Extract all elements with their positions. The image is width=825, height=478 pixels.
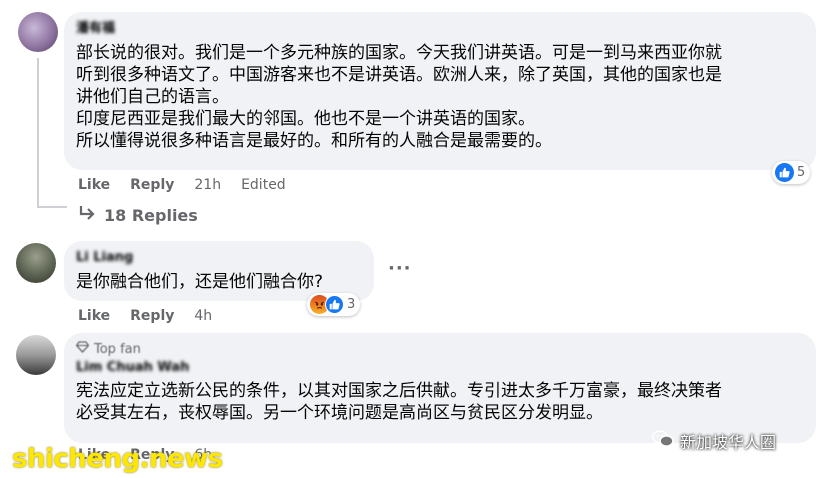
comment-line: 部长说的很对。我们是一个多元种族的国家。今天我们讲英语。可是一到马来西亚你就 [76, 43, 722, 63]
like-button[interactable]: Like [78, 308, 110, 324]
comment-line: 必受其左右，丧权辱国。另一个环境问题是高尚区与贫民区分发明显。 [76, 403, 603, 423]
view-replies-button[interactable]: 18 Replies [78, 205, 198, 225]
reply-button[interactable]: Reply [130, 308, 174, 324]
top-fan-badge[interactable]: Top fan [75, 341, 804, 357]
comment-bubble: 潘有福 部长说的很对。我们是一个多元种族的国家。今天我们讲英语。可是一到马来西亚… [64, 12, 816, 170]
avatar[interactable] [16, 243, 56, 283]
reaction-count: 5 [797, 165, 806, 180]
comment-actions: Like Reply 21h Edited [78, 177, 286, 193]
reaction-summary[interactable]: 3 [307, 293, 361, 316]
like-button[interactable]: Like [78, 177, 110, 193]
diamond-icon [75, 341, 90, 357]
reaction-count: 3 [347, 297, 356, 312]
watermark-label: 新加坡华人圈 [680, 433, 777, 452]
comment-line: 讲他们自己的语言。 [76, 87, 229, 107]
reply-button[interactable]: Reply [130, 177, 174, 193]
like-reaction-icon [325, 295, 344, 314]
avatar[interactable] [16, 335, 56, 375]
comment-line: 宪法应定立选新公民的条件，以其对国家之后供献。专引进太多千万富豪，最终决策者 [76, 381, 722, 401]
more-options-icon[interactable]: ··· [388, 258, 412, 279]
top-fan-label: Top fan [94, 341, 141, 357]
reply-arrow-icon [78, 205, 96, 225]
comment-text: 是你融合他们，还是他们融合你? [76, 272, 324, 292]
comment-line: 听到很多种语文了。中国游客来也不是讲英语。欧洲人来，除了英国，其他的国家也是 [76, 65, 722, 85]
edited-label[interactable]: Edited [241, 177, 286, 193]
comment-timestamp[interactable]: 4h [194, 308, 212, 324]
thread-branch [37, 206, 67, 208]
comment-bubble: Li Liang 是你融合他们，还是他们融合你? [64, 241, 374, 301]
replies-label: 18 Replies [104, 205, 198, 225]
comment-bubble: Top fan Lim Chuah Wah 宪法应定立选新公民的条件，以其对国家… [64, 333, 816, 443]
comment-author[interactable]: Li Liang [76, 249, 362, 267]
comment-timestamp[interactable]: 21h [194, 177, 221, 193]
reaction-summary[interactable]: 5 [772, 161, 811, 184]
avatar[interactable] [18, 12, 58, 52]
comment-text: 部长说的很对。我们是一个多元种族的国家。今天我们讲英语。可是一到马来西亚你就 听… [76, 42, 804, 152]
thread-line [37, 58, 39, 208]
watermark-shicheng: shicheng.news [12, 444, 223, 474]
watermark-wechat: 新加坡华人圈 [651, 429, 777, 453]
comment-actions: Like Reply 4h [78, 308, 212, 324]
comment-author[interactable]: Lim Chuah Wah [76, 359, 804, 377]
comment-text: 宪法应定立选新公民的条件，以其对国家之后供献。专引进太多千万富豪，最终决策者 必… [76, 380, 804, 424]
comment-line: 所以懂得说很多种语言是最好的。和所有的人融合是最需要的。 [76, 131, 552, 151]
comment-line: 印度尼西亚是我们最大的邻国。他也不是一个讲英语的国家。 [76, 109, 535, 129]
comment-author[interactable]: 潘有福 [76, 20, 804, 38]
wechat-icon [651, 430, 674, 452]
like-reaction-icon [775, 163, 794, 182]
